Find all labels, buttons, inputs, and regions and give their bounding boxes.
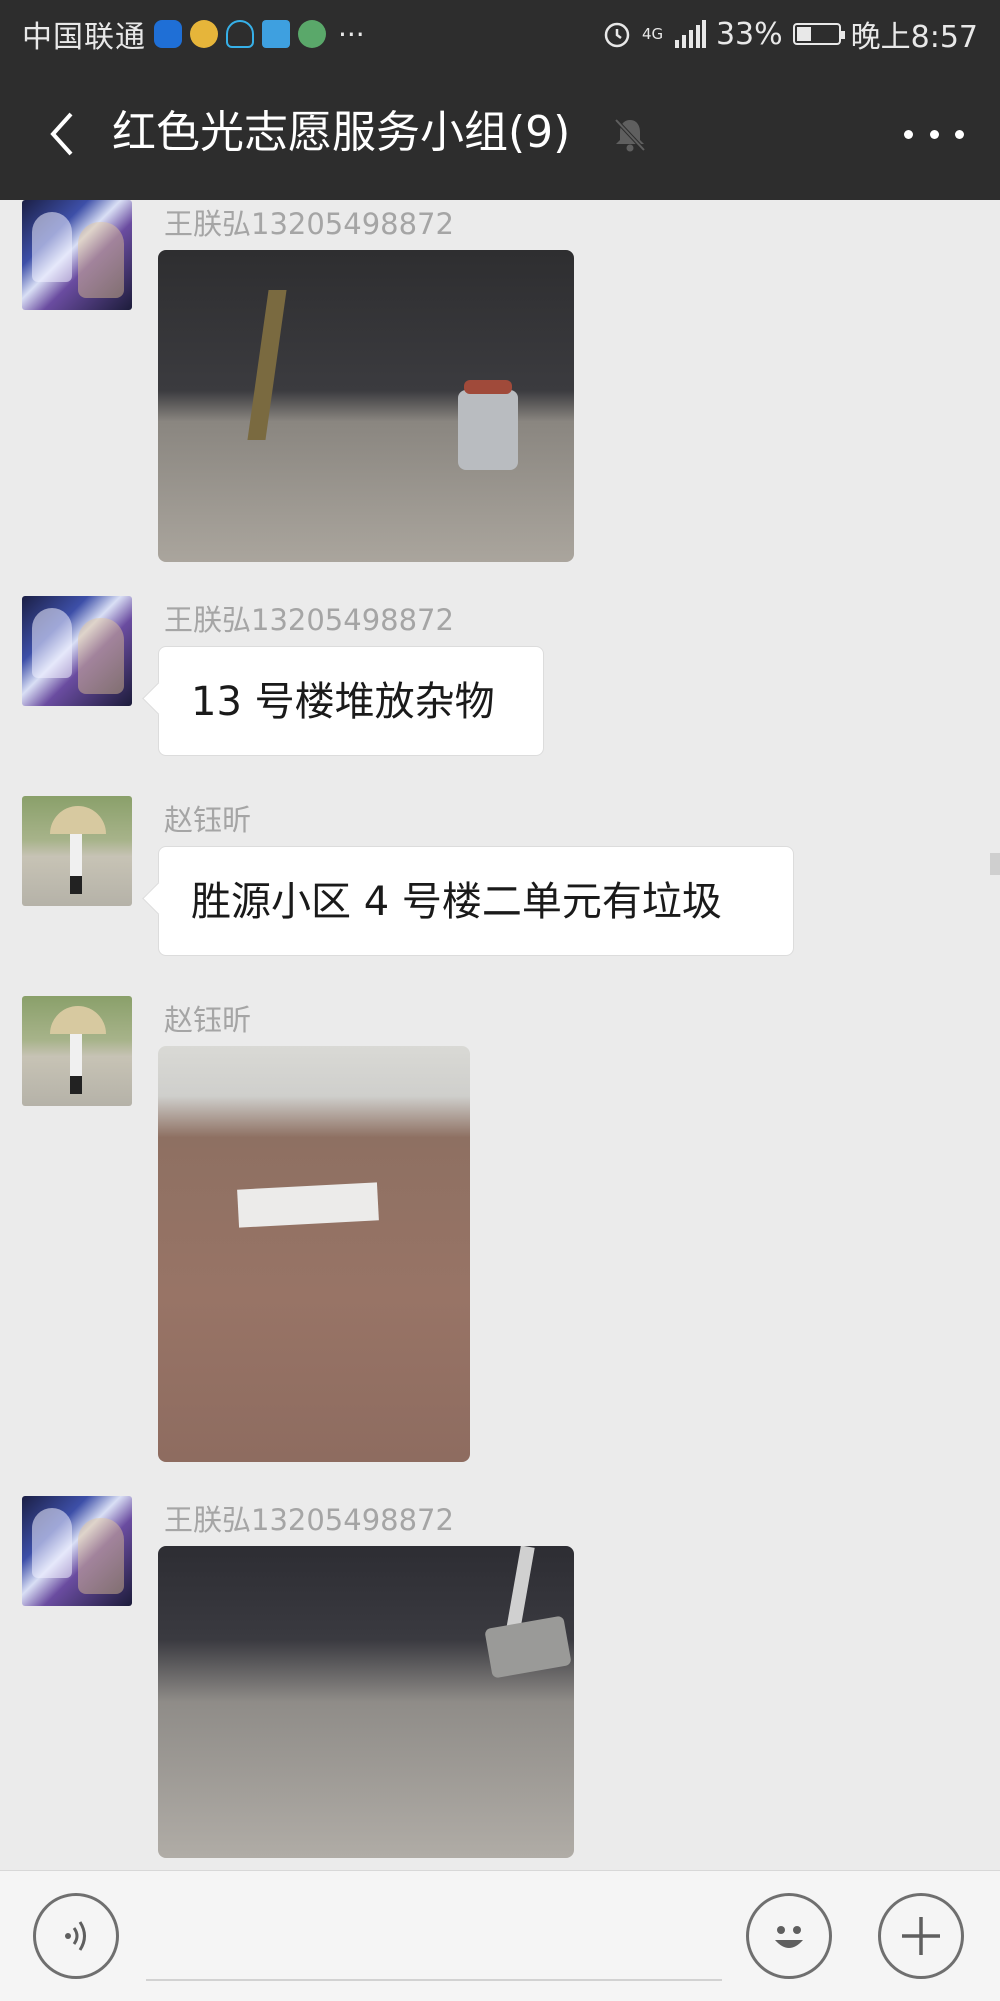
emoji-button[interactable]: [746, 1893, 832, 1979]
network-type-label: 4G: [641, 25, 664, 43]
photo-content: [237, 1182, 379, 1228]
sender-name: 王朕弘13205498872: [164, 603, 454, 637]
status-bar: 中国联通 ··· 4G 33% 晚上8:57: [0, 0, 1000, 66]
battery-icon: [792, 23, 845, 45]
image-message[interactable]: [158, 250, 574, 562]
voice-button[interactable]: [33, 1893, 119, 1979]
image-message[interactable]: [158, 1046, 470, 1462]
back-button[interactable]: [34, 106, 90, 162]
text-message-bubble[interactable]: 13 号楼堆放杂物: [158, 646, 544, 756]
signal-icon: [674, 20, 706, 48]
message-input[interactable]: [146, 1979, 722, 1981]
mail-app-icon: [190, 20, 218, 48]
avatar[interactable]: [22, 596, 132, 706]
photo-content: [484, 1615, 572, 1679]
emoji-icon: [775, 1926, 803, 1948]
more-dot: [929, 129, 939, 139]
battery-percent: 33%: [715, 16, 783, 52]
headset-app-icon: [226, 20, 254, 48]
message-list[interactable]: 王朕弘13205498872 王朕弘13205498872 13 号楼堆放杂物 …: [0, 200, 1000, 1870]
chat-title: 红色光志愿服务小组(9): [112, 107, 571, 158]
carrier-label: 中国联通: [22, 20, 146, 55]
avatar[interactable]: [22, 1496, 132, 1606]
clock: 晚上8:57: [850, 20, 978, 55]
photo-content: [458, 380, 518, 470]
badge-app-icon: [298, 20, 326, 48]
sender-name: 王朕弘13205498872: [164, 1503, 454, 1537]
photo-content: [70, 1034, 82, 1094]
more-dot: [955, 129, 964, 139]
image-message[interactable]: [158, 1546, 574, 1858]
card-app-icon: [262, 20, 290, 48]
status-bar-right: 4G 33% 晚上8:57: [602, 14, 978, 55]
text-message-bubble[interactable]: 胜源小区 4 号楼二单元有垃圾: [158, 846, 794, 956]
sender-name: 赵钰昕: [164, 1003, 252, 1037]
chat-header: 红色光志愿服务小组(9): [0, 66, 1000, 200]
back-arrow-icon: [50, 112, 73, 156]
voice-icon: [65, 1921, 86, 1951]
plus-button[interactable]: [878, 1893, 964, 1979]
mute-bell-icon: [614, 118, 646, 152]
sender-name: 王朕弘13205498872: [164, 207, 454, 241]
photo-content: [50, 806, 106, 834]
avatar[interactable]: [22, 200, 132, 310]
more-notifications-icon: ···: [338, 17, 365, 51]
photo-content: [247, 290, 287, 440]
alarm-icon: [604, 22, 630, 48]
input-bar: [0, 1870, 1000, 2001]
more-dot: [904, 129, 913, 139]
scroll-indicator: [990, 853, 1000, 875]
photo-content: [70, 834, 82, 894]
plus-icon: [902, 1917, 940, 1955]
photo-content: [50, 1006, 106, 1034]
status-bar-left: 中国联通 ···: [22, 14, 365, 56]
avatar[interactable]: [22, 996, 132, 1106]
sender-name: 赵钰昕: [164, 803, 252, 837]
more-button[interactable]: [904, 112, 964, 156]
avatar[interactable]: [22, 796, 132, 906]
shield-app-icon: [154, 20, 182, 48]
